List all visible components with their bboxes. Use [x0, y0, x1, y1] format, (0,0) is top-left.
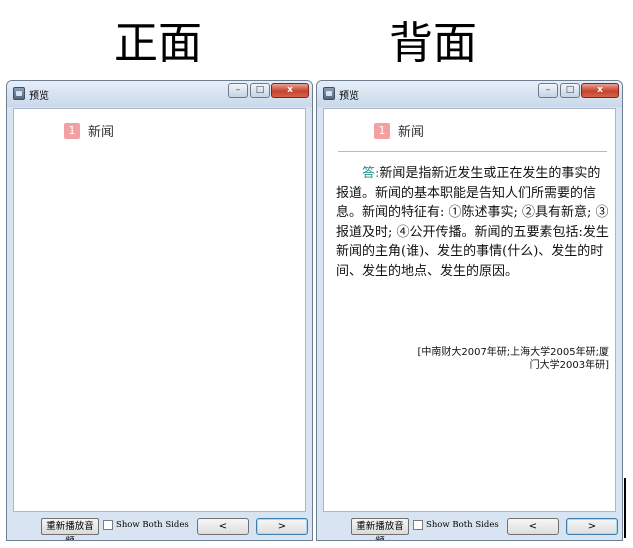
show-both-sides-label: Show Both Sides: [426, 520, 499, 530]
card-source: [中南财大2007年研;上海大学2005年研;厦门大学2003年研]: [417, 347, 609, 371]
answer-text: 新闻是指新近发生或正在发生的事实的报道。新闻的基本职能是告知人们所需要的信息。新…: [336, 166, 609, 279]
card-answer: 答:新闻是指新近发生或正在发生的事实的报道。新闻的基本职能是告知人们所需要的信息…: [336, 164, 611, 281]
previous-button[interactable]: <: [507, 518, 559, 535]
close-button[interactable]: x: [271, 83, 309, 98]
preview-window-back: 预览 – □ x 1 新闻 答:新闻是指新近发生或正在发生的事实的报道。新闻的基…: [316, 80, 623, 541]
app-icon: [323, 87, 335, 100]
edge-mark: [624, 478, 626, 538]
previous-button[interactable]: <: [197, 518, 249, 535]
bottom-toolbar: 重新播放音频 Show Both Sides < >: [317, 512, 622, 540]
card-question: 新闻: [398, 125, 425, 140]
maximize-button[interactable]: □: [250, 83, 270, 98]
card-back-area: 1 新闻 答:新闻是指新近发生或正在发生的事实的报道。新闻的基本职能是告知人们所…: [323, 108, 616, 512]
card-header: 1 新闻: [374, 121, 424, 140]
preview-window-front: 预览 – □ x 1 新闻 重新播放音频 Show Both Sides < >: [6, 80, 313, 541]
app-icon: [13, 87, 25, 100]
title-bar[interactable]: 预览 – □ x: [7, 81, 312, 107]
window-title: 预览: [339, 91, 359, 102]
card-number-badge: 1: [64, 122, 80, 139]
minimize-button[interactable]: –: [538, 83, 558, 98]
next-button[interactable]: >: [256, 518, 308, 535]
next-button[interactable]: >: [566, 518, 618, 535]
close-button[interactable]: x: [581, 83, 619, 98]
show-both-sides-checkbox[interactable]: [413, 520, 423, 530]
replay-audio-button[interactable]: 重新播放音频: [41, 518, 99, 540]
minimize-button[interactable]: –: [228, 83, 248, 98]
card-divider: [338, 151, 607, 152]
window-title: 预览: [29, 91, 49, 102]
maximize-button[interactable]: □: [560, 83, 580, 98]
show-both-sides-toggle[interactable]: Show Both Sides: [103, 520, 189, 530]
card-front-area: 1 新闻: [13, 108, 306, 512]
front-heading: 正面: [114, 18, 202, 69]
card-number-badge: 1: [374, 122, 390, 139]
back-heading: 背面: [389, 18, 477, 69]
card-header: 1 新闻: [64, 121, 114, 140]
show-both-sides-label: Show Both Sides: [116, 520, 189, 530]
card-question: 新闻: [88, 125, 115, 140]
show-both-sides-toggle[interactable]: Show Both Sides: [413, 520, 499, 530]
title-bar[interactable]: 预览 – □ x: [317, 81, 622, 107]
bottom-toolbar: 重新播放音频 Show Both Sides < >: [7, 512, 312, 540]
show-both-sides-checkbox[interactable]: [103, 520, 113, 530]
replay-audio-button[interactable]: 重新播放音频: [351, 518, 409, 540]
answer-label: 答:: [362, 166, 380, 181]
